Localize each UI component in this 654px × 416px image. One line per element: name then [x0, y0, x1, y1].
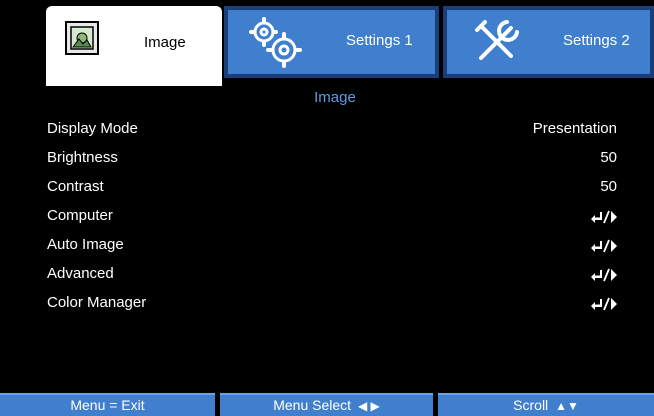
tab-image-label: Image: [144, 34, 186, 51]
menu-item-computer[interactable]: Computer: [0, 203, 654, 232]
menu-item-brightness[interactable]: Brightness 50: [0, 145, 654, 174]
menu-item-label: Auto Image: [47, 236, 124, 253]
left-right-arrows-icon: ◀ ▶: [357, 399, 380, 413]
menu-item-label: Color Manager: [47, 294, 147, 311]
menu-item-auto-image[interactable]: Auto Image: [0, 232, 654, 261]
tab-settings-1[interactable]: Settings 1: [224, 6, 439, 78]
menu-item-display-mode[interactable]: Display Mode Presentation: [0, 116, 654, 145]
menu-item-label: Contrast: [47, 178, 104, 195]
footer-select-label: Menu Select: [273, 397, 352, 413]
menu-item-advanced[interactable]: Advanced: [0, 261, 654, 290]
tab-settings-2[interactable]: Settings 2: [443, 6, 654, 78]
menu-item-label: Advanced: [47, 265, 114, 282]
enter-arrow-icon: [591, 239, 617, 253]
enter-arrow-icon: [591, 268, 617, 282]
image-icon: [65, 21, 99, 55]
menu-item-label: Computer: [47, 207, 113, 224]
enter-arrow-icon: [591, 210, 617, 224]
footer-exit-label: Menu = Exit: [70, 397, 145, 413]
tools-icon: [475, 20, 519, 60]
footer-select-hint: Menu Select ◀ ▶: [220, 393, 433, 416]
gears-icon: [249, 17, 302, 68]
tab-bar: Image Settings 1 Settings 2: [0, 0, 654, 86]
footer-scroll-hint: Scroll ▲▼: [438, 393, 654, 416]
tab-settings-1-label: Settings 1: [346, 32, 413, 49]
up-down-arrows-icon: ▲▼: [555, 399, 579, 413]
tab-image[interactable]: Image: [46, 6, 222, 86]
menu-item-label: Brightness: [47, 149, 118, 166]
menu-item-value: Presentation: [532, 120, 617, 137]
enter-arrow-icon: [591, 297, 617, 311]
menu-list: Display Mode Presentation Brightness 50 …: [0, 116, 654, 319]
menu-item-value: 50: [600, 149, 617, 166]
menu-item-contrast[interactable]: Contrast 50: [0, 174, 654, 203]
footer-hint-bar: Menu = Exit Menu Select ◀ ▶ Scroll ▲▼: [0, 393, 654, 416]
tab-settings-2-label: Settings 2: [563, 32, 630, 49]
section-title: Image: [314, 89, 356, 106]
menu-item-color-manager[interactable]: Color Manager: [0, 290, 654, 319]
menu-item-value: 50: [600, 178, 617, 195]
footer-scroll-label: Scroll: [513, 397, 549, 413]
footer-exit-hint: Menu = Exit: [0, 393, 215, 416]
menu-item-label: Display Mode: [47, 120, 138, 137]
